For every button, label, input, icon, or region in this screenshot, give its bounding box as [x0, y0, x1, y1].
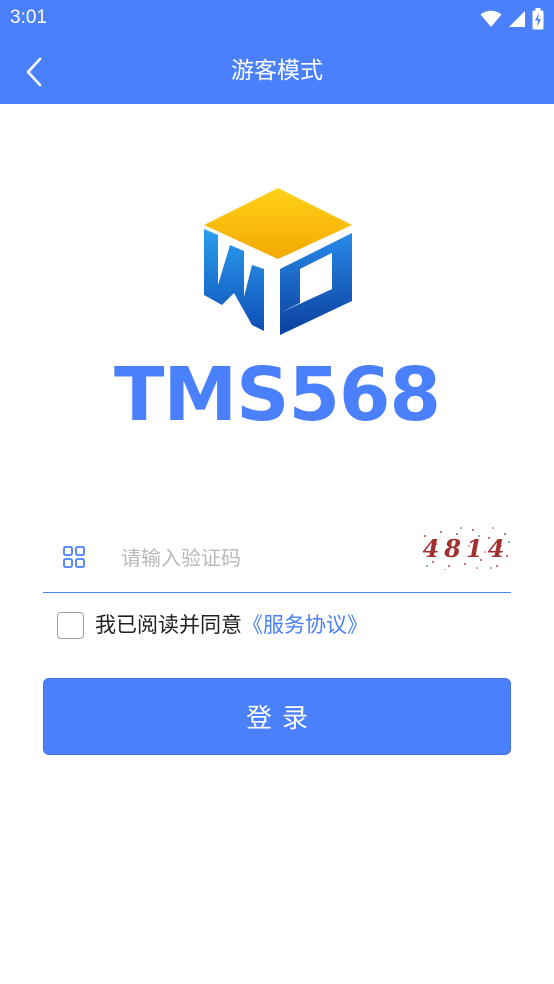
- agreement-checkbox[interactable]: [57, 611, 84, 639]
- login-button[interactable]: 登录: [43, 678, 511, 755]
- wifi-icon: [480, 10, 502, 27]
- verification-code-input[interactable]: [121, 538, 411, 578]
- agreement-row: 我已阅读并同意 《服务协议》: [57, 610, 368, 640]
- cellular-signal-icon: [509, 11, 525, 27]
- brand-name: TMS568: [114, 352, 441, 438]
- app-bar: 游客模式: [0, 38, 554, 104]
- agreement-text: 我已阅读并同意: [95, 613, 242, 637]
- battery-charging-icon: [532, 8, 544, 30]
- status-bar: 3:01: [0, 0, 554, 38]
- login-button-label: 登录: [245, 704, 318, 734]
- captcha-image[interactable]: 4814: [421, 526, 511, 570]
- captcha-code: 4814: [422, 533, 510, 563]
- status-icons: [480, 8, 544, 30]
- app-screen: 3:01 游客模式 TMS568 请输入验证码 4814 我已阅读并同意 《服务…: [0, 0, 554, 984]
- verification-code-row: 4814: [43, 520, 511, 593]
- page-title: 游客模式: [231, 58, 323, 84]
- status-time: 3:01: [10, 7, 47, 28]
- service-agreement-link[interactable]: 《服务协议》: [242, 610, 368, 640]
- grid-icon: [63, 546, 85, 568]
- header: 3:01 游客模式: [0, 0, 554, 104]
- logo-cube-icon: [204, 188, 352, 335]
